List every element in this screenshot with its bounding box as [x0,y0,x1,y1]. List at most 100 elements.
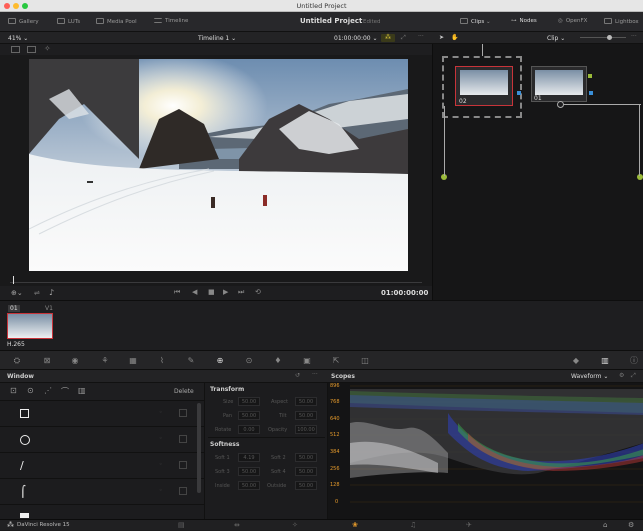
zoom-level[interactable]: 41% ⌄ [8,35,28,42]
timeline-name[interactable]: Timeline 1 ⌄ [198,35,236,42]
go-to-end-icon[interactable]: ⏭ [238,288,244,297]
camera-raw-icon[interactable]: ⛭ [12,356,22,366]
split-screen-icon[interactable] [27,46,36,53]
highlight-mode-icon[interactable]: ✧ [44,44,51,53]
add-polygon-icon[interactable]: ⋰ [44,386,52,395]
settings-gear-icon[interactable]: ⚙ [628,521,634,529]
pan-field[interactable]: 50.00 [238,411,260,420]
viewer-frame[interactable] [29,59,408,271]
node-02[interactable]: 02 [455,66,513,106]
highlight-icon[interactable]: ⁂ [381,34,395,42]
node-zoom-handle[interactable] [607,35,612,40]
node-output-blue[interactable] [589,91,593,95]
motion-effects-icon[interactable]: ▦ [128,356,138,366]
gallery-button[interactable]: Gallery [8,18,39,25]
scrubber-bar[interactable] [0,272,432,286]
loop-icon[interactable]: ⇌ [34,289,40,297]
enable-checkbox[interactable] [179,409,187,417]
tilt-field[interactable]: 50.00 [295,411,317,420]
audio-icon[interactable]: ♪ [49,288,54,297]
soft-3-field[interactable]: 50.00 [238,467,260,476]
fullscreen-icon[interactable]: ⤢ [401,34,406,42]
image-wipe-icon[interactable] [11,46,20,53]
fairlight-page-icon[interactable]: ♫ [410,521,416,529]
timeline-button[interactable]: Timeline [154,18,188,24]
rotate-field[interactable]: 0.00 [238,425,260,434]
reverse-icon[interactable]: ◀ [192,288,197,296]
more-options-icon[interactable]: ··· [418,33,424,40]
color-wheels-icon[interactable]: ◉ [70,356,80,366]
list-item[interactable]: ◦ [0,401,204,427]
play-icon[interactable]: ▶ [223,288,228,296]
add-rectangle-icon[interactable]: ⊡ [10,386,17,395]
playhead[interactable] [13,276,14,284]
list-scrollbar[interactable] [197,403,201,493]
timecode-top[interactable]: 01:00:00:00 ⌄ [334,35,378,42]
hand-tool-icon[interactable]: ✋ [451,34,458,41]
outside-field[interactable]: 50.00 [295,481,317,490]
color-page-icon[interactable]: ❀ [352,521,358,529]
fusion-page-icon[interactable]: ✧ [292,521,298,529]
clips-button[interactable]: Clips ⌄ [460,18,491,25]
info-icon[interactable]: ⓘ [629,356,639,366]
deliver-page-icon[interactable]: ✈ [466,521,472,529]
curves-icon[interactable]: ⌇ [157,356,167,366]
node-mode-select[interactable]: Clip ⌄ [547,35,565,42]
add-gradient-icon[interactable]: ▥ [78,386,86,395]
clip-thumbnail[interactable] [7,313,53,339]
delete-button[interactable]: Delete [174,388,194,395]
key-input-icon[interactable] [557,101,564,108]
node-graph[interactable]: 02 01 [432,44,643,300]
scopes-toggle-icon[interactable]: ⊕⌄ [11,289,23,297]
list-item[interactable]: ∕ ◦ [0,453,204,479]
invert-icon[interactable]: ◦ [159,461,163,468]
opacity-field[interactable]: 100.00 [295,425,317,434]
inside-field[interactable]: 50.00 [238,481,260,490]
invert-icon[interactable]: ◦ [159,487,163,494]
tracker-icon[interactable]: ⊙ [244,356,254,366]
window-more-icon[interactable]: ··· [312,371,318,378]
scopes-icon[interactable]: ▥ [600,356,610,366]
qualifier-icon[interactable]: ✎ [186,356,196,366]
keyframes-icon[interactable]: ◆ [571,356,581,366]
aspect-field[interactable]: 50.00 [295,397,317,406]
home-icon[interactable]: ⌂ [603,521,607,529]
stop-icon[interactable]: ■ [208,288,215,296]
key-icon[interactable]: ▣ [302,356,312,366]
node-01[interactable]: 01 [531,66,587,102]
soft-1-field[interactable]: 4.19 [238,453,260,462]
enable-checkbox[interactable] [179,461,187,469]
node-output-green[interactable] [588,74,592,78]
go-to-start-icon[interactable]: ⏮ [174,288,180,297]
loop-playback-icon[interactable]: ⟲ [255,288,261,296]
list-item[interactable]: ◦ [0,427,204,453]
soft-2-field[interactable]: 50.00 [295,453,317,462]
node-zoom-slider[interactable] [580,37,626,38]
3d-icon[interactable]: ◫ [360,356,370,366]
enable-checkbox[interactable] [179,435,187,443]
reset-icon[interactable]: ↺ [295,372,300,379]
invert-icon[interactable]: ◦ [159,409,163,416]
scope-mode-select[interactable]: Waveform ⌄ [571,373,608,380]
edit-page-icon[interactable]: ⇹ [234,521,240,529]
openfx-button[interactable]: ◎ OpenFX [558,18,587,24]
media-page-icon[interactable]: ▤ [178,521,185,529]
list-item[interactable]: ⌠ ◦ [0,479,204,505]
node-input-blue[interactable] [517,91,521,95]
scope-settings-icon[interactable]: ⚙ [619,372,624,379]
pointer-tool-icon[interactable]: ➤ [439,34,444,41]
luts-button[interactable]: LUTs [57,18,80,25]
window-icon[interactable]: ⊕ [215,356,225,366]
media-pool-button[interactable]: Media Pool [96,18,137,25]
add-circle-icon[interactable]: ⊙ [27,386,34,395]
add-curve-icon[interactable]: ⌒ [61,386,69,397]
soft-4-field[interactable]: 50.00 [295,467,317,476]
lightbox-button[interactable]: Lightbox [604,18,639,25]
sizing-icon[interactable]: ⇱ [331,356,341,366]
enable-checkbox[interactable] [179,487,187,495]
node-more-icon[interactable]: ··· [631,33,637,40]
nodes-button[interactable]: ⊶ Nodes [511,18,537,24]
size-field[interactable]: 50.00 [238,397,260,406]
color-match-icon[interactable]: ⊠ [42,356,52,366]
scope-expand-icon[interactable]: ⤢ [631,372,636,380]
